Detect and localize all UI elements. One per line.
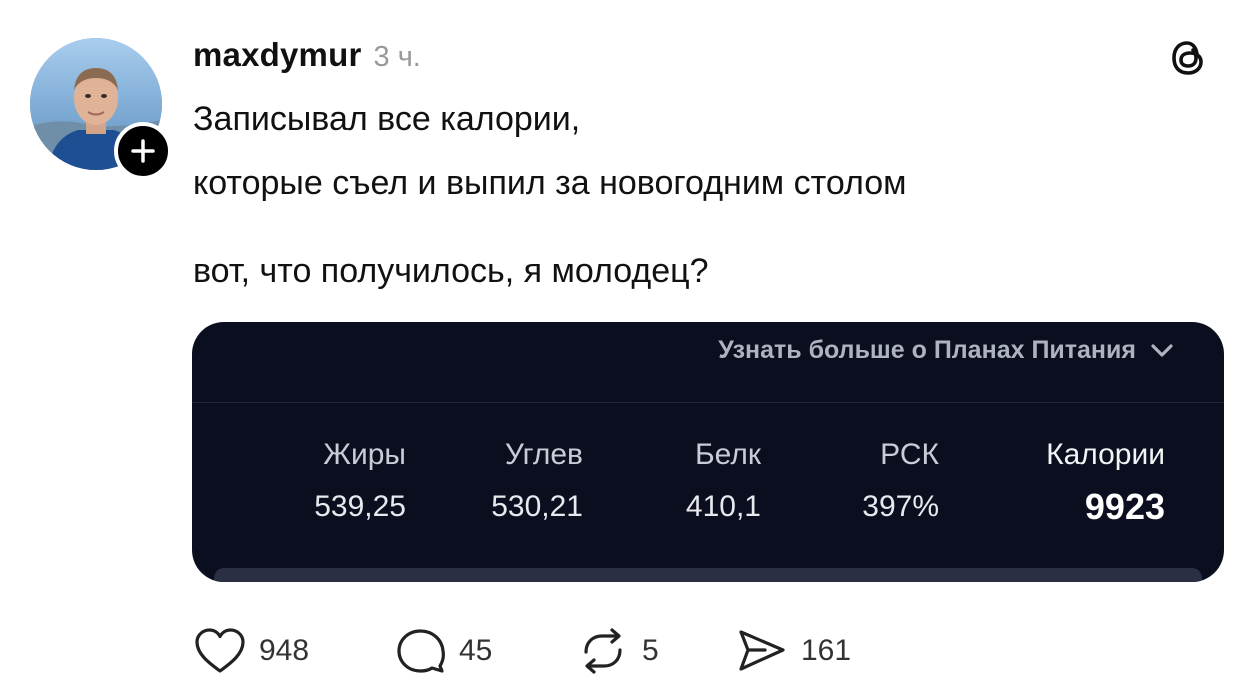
like-button[interactable]: 948 [193,626,309,676]
stat-value-fat: 539,25 [314,490,406,523]
stat-value-calories: 9923 [1084,486,1165,527]
learn-more-label: Узнать больше о Планах Питания [718,336,1136,364]
post-text-line-1: Записывал все калории, [193,100,581,138]
stat-calories: Калории 9923 [1046,438,1165,528]
comment-button[interactable]: 45 [395,626,492,676]
learn-more-link[interactable]: Узнать больше о Планах Питания [718,336,1174,365]
post-text-line-2: которые съел и выпил за новогодним столо… [193,164,907,202]
stat-label-protein: Белк [694,438,761,471]
share-icon [739,630,785,671]
username[interactable]: maxdymur [193,36,362,74]
card-bottom-bar [214,568,1202,582]
share-count: 161 [801,634,852,667]
stat-protein: Белк 410,1 [686,438,761,524]
stat-value-protein: 410,1 [685,490,761,523]
repost-button[interactable]: 5 [576,626,659,676]
nutrition-summary-card[interactable]: Узнать больше о Планах Питания Жиры 539,… [192,322,1224,582]
repost-icon [584,628,622,674]
nutrition-stats: Жиры 539,25 Углев 530,21 Белк 410,1 РСК … [192,438,1224,538]
timestamp: 3 ч. [373,41,421,73]
post-header: maxdymur 3 ч. [193,36,421,76]
card-header: Узнать больше о Планах Питания [192,322,1224,403]
comment-icon [397,629,445,673]
stat-label-fat: Жиры [323,438,406,471]
post-text-line-3: вот, что получилось, я молодец? [193,252,709,290]
stat-label-calories: Калории [1046,438,1165,471]
stat-value-rsk: 397% [862,490,939,523]
stat-label-carbs: Углев [504,438,583,471]
stat-fat: Жиры 539,25 [314,438,406,524]
follow-button[interactable] [114,122,172,180]
threads-logo-icon[interactable] [1166,36,1210,80]
like-count: 948 [259,634,310,667]
plus-icon [131,139,155,163]
share-button[interactable]: 161 [735,626,851,676]
repost-count: 5 [642,634,659,667]
comment-count: 45 [459,634,493,667]
stat-label-rsk: РСК [880,438,939,471]
stat-rsk: РСК 397% [862,438,939,524]
heart-icon [195,628,245,673]
stat-carbs: Углев 530,21 [491,438,583,524]
stat-value-carbs: 530,21 [491,490,583,523]
chevron-down-icon [1151,343,1173,357]
